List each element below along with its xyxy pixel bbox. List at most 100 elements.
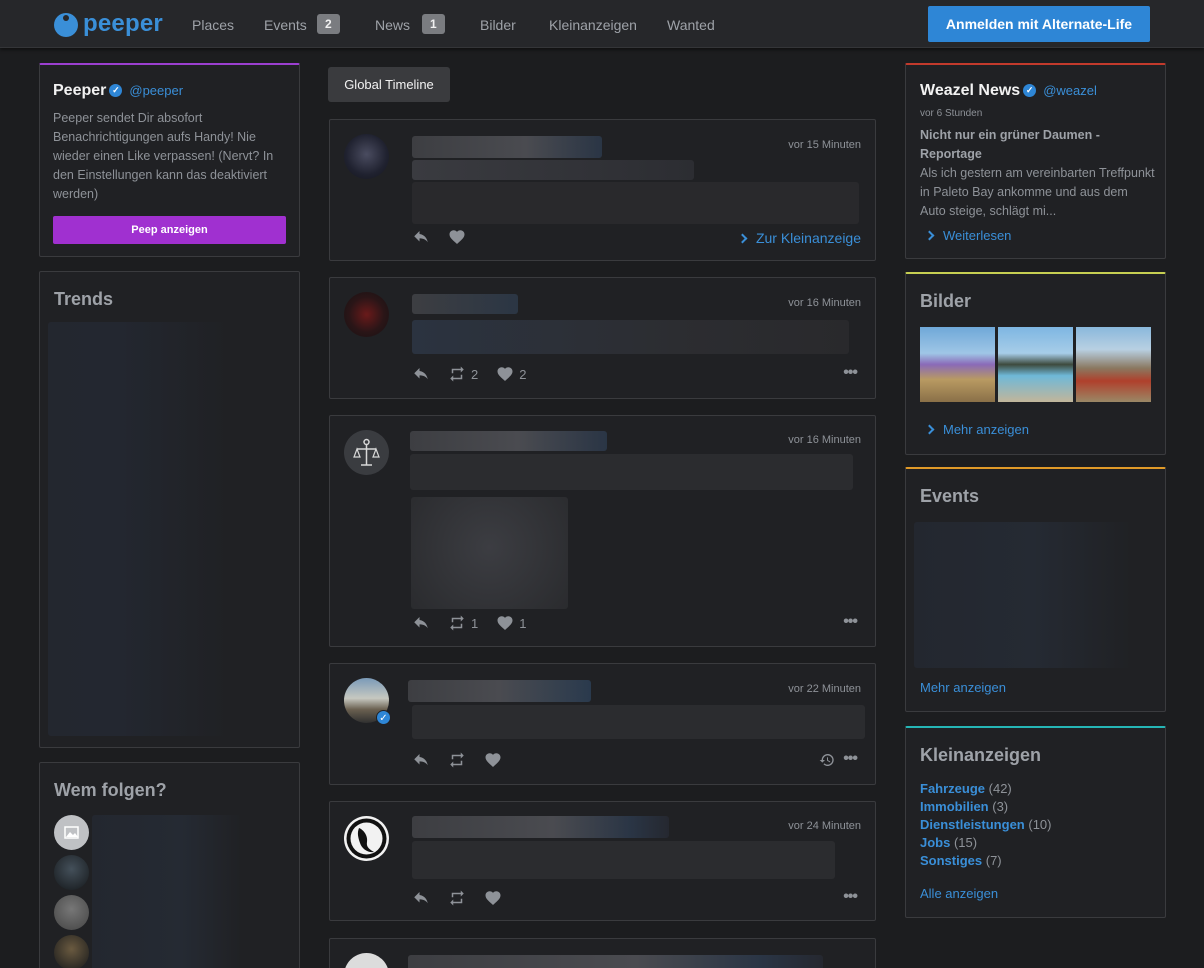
login-button[interactable]: Anmelden mit Alternate-Life xyxy=(928,6,1150,42)
logo[interactable]: peeper xyxy=(54,10,163,37)
like-button[interactable] xyxy=(484,889,502,907)
reply-button[interactable] xyxy=(412,889,430,907)
category-name: Immobilien xyxy=(920,799,989,814)
timeline-post[interactable]: vor 24 Minuten ••• xyxy=(329,801,876,921)
image-placeholder-icon xyxy=(64,826,79,839)
post-image-blurred[interactable] xyxy=(411,497,568,609)
follow-avatar[interactable] xyxy=(54,895,89,930)
events-more-link[interactable]: Mehr anzeigen xyxy=(920,680,1006,695)
more-options-icon[interactable]: ••• xyxy=(843,364,858,382)
category-dienstleistungen[interactable]: Dienstleistungen (10) xyxy=(920,817,1052,832)
post-time: vor 16 Minuten xyxy=(788,297,861,309)
post-actions xyxy=(412,751,520,769)
history-icon[interactable] xyxy=(819,752,835,768)
retweet-button[interactable] xyxy=(448,889,466,907)
reply-button[interactable] xyxy=(412,365,430,383)
bilder-title: Bilder xyxy=(920,291,972,311)
timeline-post[interactable]: vor 15 Minuten Zur Kleinanzeige xyxy=(329,119,876,261)
author-avatar[interactable]: ✓ xyxy=(344,678,391,725)
category-name: Dienstleistungen xyxy=(920,817,1025,832)
more-options-icon[interactable]: ••• xyxy=(843,888,858,906)
bilder-more-link[interactable]: Mehr anzeigen xyxy=(924,421,1029,439)
timeline-post[interactable]: vor 16 Minuten 2 2 ••• xyxy=(329,277,876,399)
retweet-button[interactable]: 1 xyxy=(448,614,478,632)
like-button[interactable]: 2 xyxy=(496,365,526,383)
news-badge: 1 xyxy=(422,14,445,34)
heart-icon xyxy=(484,889,502,907)
verified-icon: ✓ xyxy=(376,710,391,725)
post-text-blurred xyxy=(412,320,849,354)
weiterlesen-label: Weiterlesen xyxy=(943,228,1012,243)
who-to-follow-panel: Wem folgen? xyxy=(39,762,300,968)
category-count: (10) xyxy=(1028,817,1052,832)
nav-places[interactable]: Places xyxy=(192,16,234,34)
news-headline[interactable]: Nicht nur ein grüner Daumen - Reportage xyxy=(920,126,1150,164)
follow-avatar[interactable] xyxy=(54,855,89,890)
author-avatar[interactable] xyxy=(344,134,389,179)
news-author-name[interactable]: Weazel News xyxy=(920,82,1020,99)
heart-icon xyxy=(484,751,502,769)
logo-text: peeper xyxy=(83,9,163,37)
more-options-icon[interactable]: ••• xyxy=(843,750,858,768)
like-button[interactable] xyxy=(484,751,502,769)
profile-name: Peeper xyxy=(53,82,107,99)
events-badge: 2 xyxy=(317,14,340,34)
post-text-blurred xyxy=(412,841,835,879)
category-fahrzeuge[interactable]: Fahrzeuge (42) xyxy=(920,781,1012,796)
author-avatar[interactable] xyxy=(344,953,389,968)
post-actions: 1 1 xyxy=(412,614,544,632)
gallery-thumbnail[interactable] xyxy=(1076,327,1151,402)
retweet-button[interactable] xyxy=(448,751,466,769)
weiterlesen-link[interactable]: Weiterlesen xyxy=(924,227,1012,245)
nav-news[interactable]: News xyxy=(375,16,410,34)
nav-wanted[interactable]: Wanted xyxy=(667,16,715,34)
author-avatar[interactable] xyxy=(344,816,389,861)
author-name-blurred xyxy=(412,136,602,158)
category-count: (3) xyxy=(992,799,1009,814)
more-options-icon[interactable]: ••• xyxy=(843,613,858,631)
nav-kleinanzeigen[interactable]: Kleinanzeigen xyxy=(549,16,637,34)
profile-name-row: Peeper ✓ @peeper xyxy=(53,82,183,100)
timeline-post[interactable]: ✓ vor 22 Minuten ••• xyxy=(329,663,876,785)
gallery-thumbnail[interactable] xyxy=(998,327,1073,402)
follow-avatar[interactable] xyxy=(54,935,89,968)
reply-icon xyxy=(412,228,430,246)
follow-list-blurred xyxy=(92,815,242,968)
follow-avatar[interactable] xyxy=(54,815,89,850)
peeper-info-card: Peeper ✓ @peeper Peeper sendet Dir absofor… xyxy=(39,63,300,257)
post-actions xyxy=(412,889,520,907)
news-handle[interactable]: @weazel xyxy=(1043,83,1097,98)
category-immobilien[interactable]: Immobilien (3) xyxy=(920,799,1008,814)
category-name: Sonstiges xyxy=(920,853,983,868)
author-avatar[interactable] xyxy=(344,430,389,475)
nav-bilder[interactable]: Bilder xyxy=(480,16,516,34)
reply-button[interactable] xyxy=(412,614,430,632)
post-text-blurred xyxy=(412,160,694,180)
follow-title: Wem folgen? xyxy=(54,780,167,800)
category-name: Fahrzeuge xyxy=(920,781,986,796)
author-avatar[interactable] xyxy=(344,292,389,337)
reply-button[interactable] xyxy=(412,228,430,246)
category-jobs[interactable]: Jobs (15) xyxy=(920,835,977,850)
timeline-post[interactable] xyxy=(329,938,876,968)
peep-anzeigen-button[interactable]: Peep anzeigen xyxy=(53,216,286,244)
reply-button[interactable] xyxy=(412,751,430,769)
category-sonstiges[interactable]: Sonstiges (7) xyxy=(920,853,1002,868)
bilder-panel: Bilder Mehr anzeigen xyxy=(905,272,1166,455)
post-time: vor 24 Minuten xyxy=(788,820,861,832)
zur-kleinanzeige-link[interactable]: Zur Kleinanzeige xyxy=(737,230,861,248)
kleinanzeigen-all-link[interactable]: Alle anzeigen xyxy=(920,886,998,901)
weazel-news-card: Weazel News ✓ @weazel vor 6 Stunden Nicht … xyxy=(905,63,1166,259)
news-author-row: Weazel News ✓ @weazel xyxy=(920,82,1097,100)
nav-events[interactable]: Events xyxy=(264,16,307,34)
retweet-button[interactable]: 2 xyxy=(448,365,478,383)
profile-handle[interactable]: @peeper xyxy=(129,83,183,98)
kleinanzeigen-title: Kleinanzeigen xyxy=(920,745,1042,765)
like-button[interactable] xyxy=(448,228,466,246)
like-button[interactable]: 1 xyxy=(496,614,526,632)
reply-icon xyxy=(412,614,430,632)
global-timeline-tab[interactable]: Global Timeline xyxy=(328,67,450,102)
heart-icon xyxy=(496,365,514,383)
timeline-post[interactable]: vor 16 Minuten 1 1 ••• xyxy=(329,415,876,647)
gallery-thumbnail[interactable] xyxy=(920,327,995,402)
